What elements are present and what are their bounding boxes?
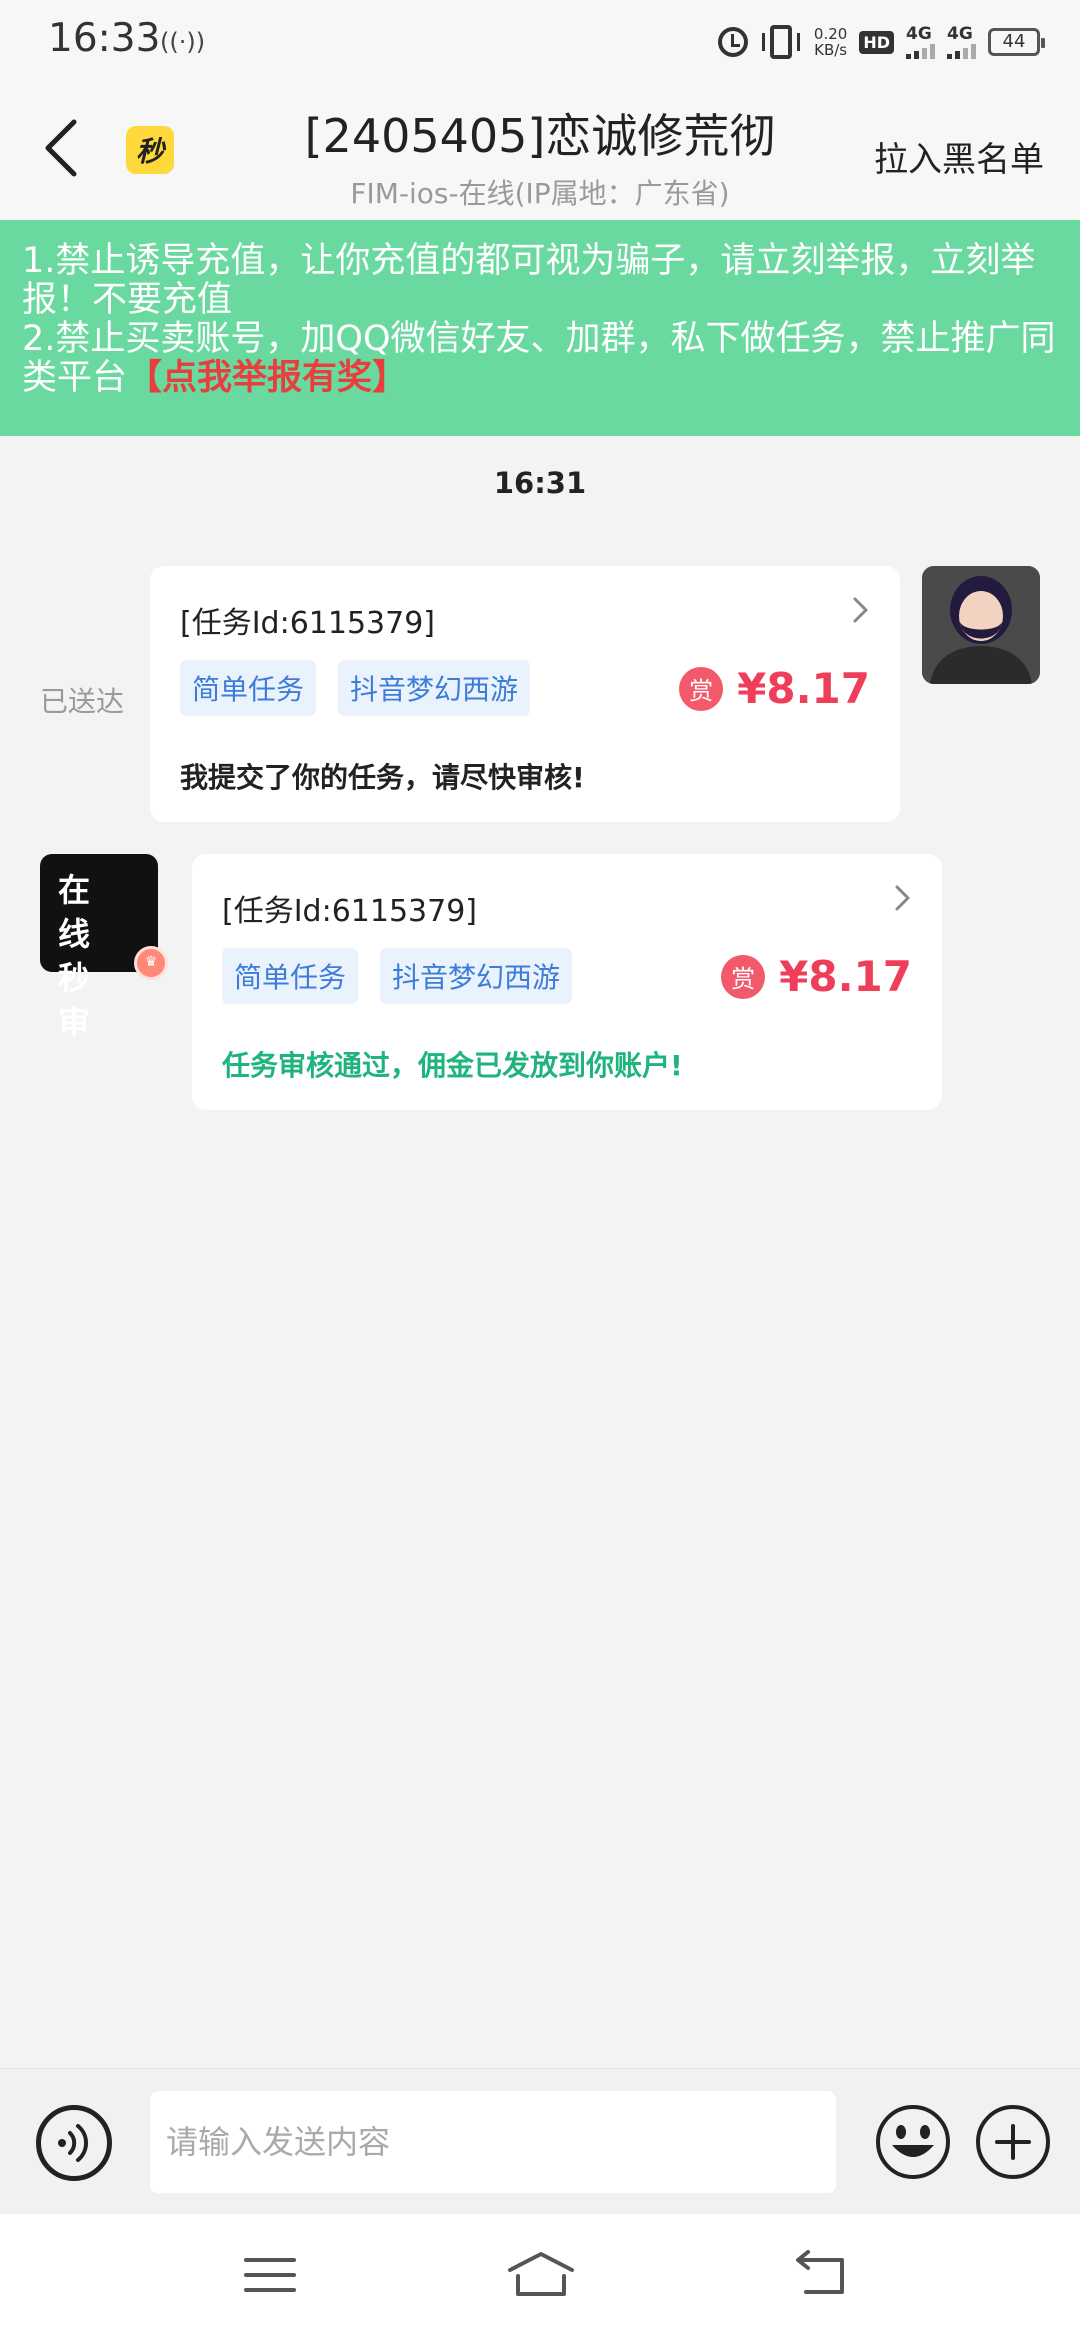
shop-avatar-line1: 在 线: [58, 871, 97, 953]
status-bar: 16:33 ((·)) 0.20 KB/s HD 4G 4G 44: [0, 0, 1080, 84]
network-speed: 0.20 KB/s: [814, 26, 847, 58]
battery-icon: 44: [988, 28, 1045, 56]
status-time: 16:33: [48, 16, 161, 61]
notice-line-2: 2.禁止买卖账号，加QQ微信好友、加群，私下做任务，禁止推广同类平台【点我举报有…: [22, 320, 1060, 398]
cast-icon: ((·)): [160, 28, 206, 56]
chevron-right-icon: [853, 597, 868, 623]
crown-badge-icon: ♛: [134, 946, 168, 980]
task-reward: 赏 ¥8.17: [679, 664, 870, 713]
chat-time-label: 16:31: [493, 466, 587, 500]
network-speed-unit: KB/s: [814, 41, 848, 59]
app-logo: 秒: [126, 126, 174, 174]
back-nav-icon[interactable]: [792, 2250, 852, 2300]
page-title: [2405405]恋诚修荒彻: [304, 109, 776, 163]
message-text: 我提交了你的任务，请尽快审核!: [180, 761, 585, 794]
more-button[interactable]: [976, 2105, 1050, 2179]
nav-bar: 秒 [2405405]恋诚修荒彻 FIM-ios-在线(IP属地：广东省) 拉入…: [0, 84, 1080, 220]
network-speed-value: 0.20: [813, 25, 848, 43]
blacklist-button[interactable]: 拉入黑名单: [874, 132, 1044, 181]
report-link[interactable]: 【点我举报有奖】: [127, 358, 407, 398]
delivered-status: 已送达: [40, 685, 125, 718]
reward-amount: ¥8.17: [737, 664, 870, 713]
signal-sim1: 4G: [906, 25, 935, 59]
menu-icon[interactable]: [240, 2250, 300, 2300]
signal-bars-icon: [906, 43, 935, 59]
page-subtitle: FIM-ios-在线(IP属地：广东省): [350, 177, 730, 210]
chevron-left-icon: [45, 119, 77, 177]
task-tag: 抖音梦幻西游: [338, 660, 531, 716]
task-tags: 简单任务 抖音梦幻西游: [180, 660, 531, 716]
task-id: [任务Id:6115379]: [222, 894, 478, 929]
alarm-icon: [717, 27, 748, 57]
task-tag: 简单任务: [222, 948, 359, 1004]
notice-banner: 1.禁止诱导充值，让你充值的都可视为骗子，请立刻举报，立刻举报！不要充值 2.禁…: [0, 220, 1080, 436]
shop-avatar-line2: 秒 审: [58, 959, 97, 1041]
signal-sim2-label: 4G: [947, 24, 973, 44]
reward-icon: 赏: [721, 954, 766, 999]
notice-line-1: 1.禁止诱导充值，让你充值的都可视为骗子，请立刻举报，立刻举报！不要充值: [22, 241, 1036, 320]
reward-amount: ¥8.17: [779, 952, 912, 1001]
chevron-right-icon: [895, 885, 910, 911]
task-reward: 赏 ¥8.17: [721, 952, 912, 1001]
input-bar: [0, 2068, 1080, 2214]
signal-bars-icon: [947, 43, 976, 59]
plus-icon: [995, 2124, 1031, 2160]
message-input[interactable]: [150, 2091, 836, 2193]
task-tag: 简单任务: [180, 660, 317, 716]
task-card-approved[interactable]: [任务Id:6115379] 简单任务 抖音梦幻西游 赏 ¥8.17 任务审核通…: [192, 854, 942, 1110]
task-card-submitted[interactable]: [任务Id:6115379] 简单任务 抖音梦幻西游 赏 ¥8.17 我提交了你…: [150, 566, 900, 822]
signal-sim2: 4G: [947, 25, 976, 59]
task-id: [任务Id:6115379]: [180, 606, 436, 641]
emoji-button[interactable]: [874, 2103, 952, 2181]
status-icons: 0.20 KB/s HD 4G 4G 44: [717, 18, 1045, 66]
voice-wave-icon: [58, 2124, 89, 2162]
signal-sim1-label: 4G: [906, 24, 932, 44]
vibrate-icon: [761, 25, 800, 59]
chat-screen: 16:33 ((·)) 0.20 KB/s HD 4G 4G 44 秒 [240…: [0, 0, 1080, 2340]
reward-icon: 赏: [679, 666, 724, 711]
message-text: 任务审核通过，佣金已发放到你账户!: [222, 1049, 683, 1082]
task-tag: 抖音梦幻西游: [380, 948, 573, 1004]
voice-button[interactable]: [36, 2105, 112, 2181]
home-icon[interactable]: [506, 2250, 576, 2300]
system-nav-bar: [0, 2214, 1080, 2340]
hd-voice-icon: HD: [859, 30, 894, 54]
back-button[interactable]: [26, 112, 98, 184]
task-tags: 简单任务 抖音梦幻西游: [222, 948, 573, 1004]
emoji-icon: [876, 2105, 950, 2179]
person-avatar-icon: [922, 566, 1040, 684]
user-avatar[interactable]: [922, 566, 1040, 684]
